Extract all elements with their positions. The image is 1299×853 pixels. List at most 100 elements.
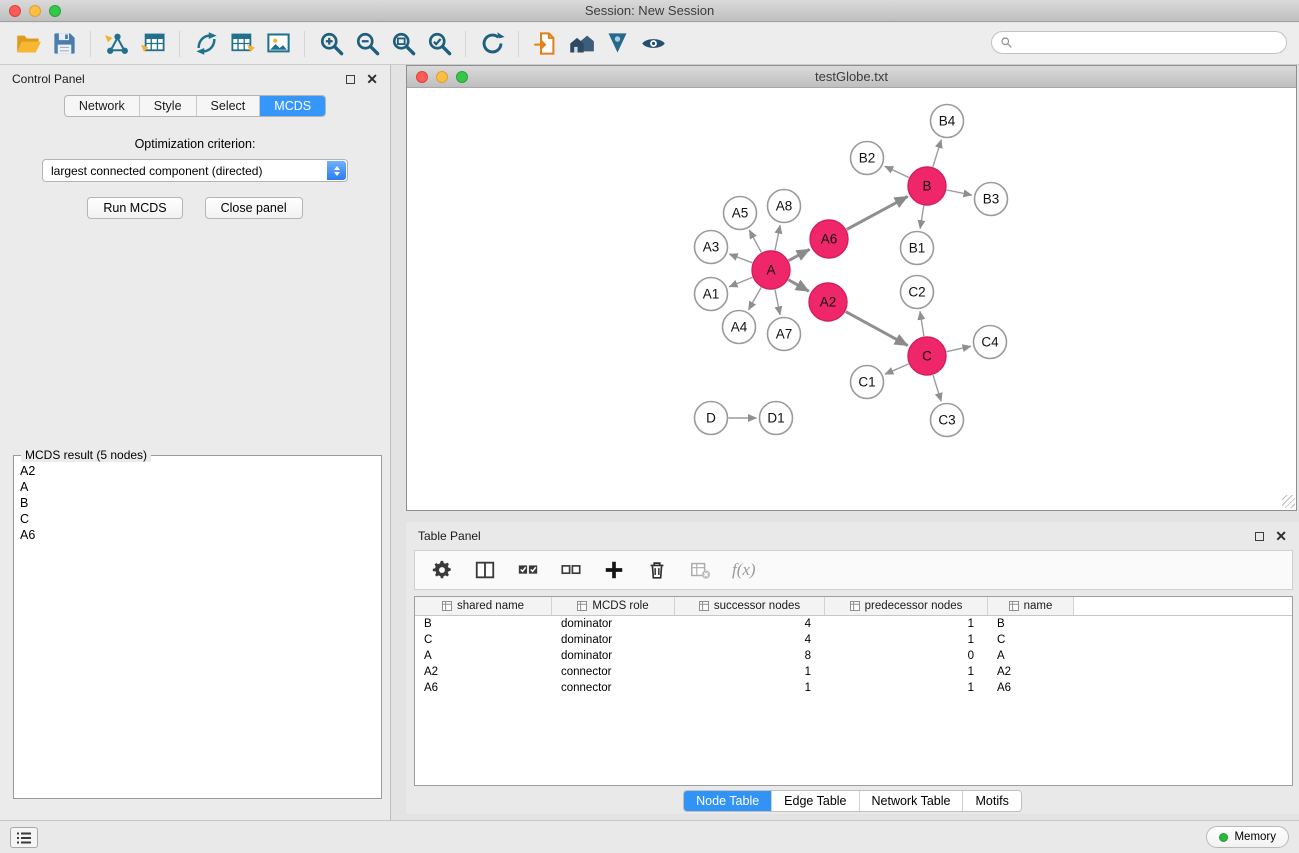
- result-item[interactable]: A: [20, 479, 375, 495]
- zoom-in-button[interactable]: [313, 26, 349, 62]
- zoom-selected-button[interactable]: [421, 26, 457, 62]
- resize-grip[interactable]: [1282, 495, 1295, 508]
- graph-node-D[interactable]: D: [695, 402, 728, 435]
- save-session-button[interactable]: [46, 26, 82, 62]
- tab-network[interactable]: Network: [65, 96, 139, 116]
- minimize-window-button[interactable]: [29, 5, 41, 17]
- zoom-window-button[interactable]: [49, 5, 61, 17]
- annotations-button[interactable]: [599, 26, 635, 62]
- graph-node-A4[interactable]: A4: [723, 311, 756, 344]
- graph-node-B3[interactable]: B3: [975, 183, 1008, 216]
- float-panel-icon[interactable]: [1255, 532, 1264, 541]
- graph-edge-C-C1[interactable]: [885, 364, 909, 374]
- graph-node-A7[interactable]: A7: [768, 318, 801, 351]
- zoom-network-window-button[interactable]: [456, 71, 468, 83]
- memory-button[interactable]: Memory: [1206, 826, 1289, 848]
- graph-edge-A-A5[interactable]: [749, 230, 761, 252]
- tab-style[interactable]: Style: [139, 96, 196, 116]
- table-row[interactable]: Bdominator41B: [415, 616, 1292, 632]
- graph-node-A8[interactable]: A8: [768, 190, 801, 223]
- tab-node-table[interactable]: Node Table: [684, 791, 771, 811]
- table-row[interactable]: A6connector11A6: [415, 680, 1292, 696]
- graph-node-C4[interactable]: C4: [974, 326, 1007, 359]
- close-window-button[interactable]: [9, 5, 21, 17]
- column-header-successor-nodes[interactable]: successor nodes: [675, 597, 825, 615]
- graph-node-A1[interactable]: A1: [695, 278, 728, 311]
- refresh-network-view-button[interactable]: [474, 26, 510, 62]
- graph-node-C2[interactable]: C2: [901, 276, 934, 309]
- graph-edge-A-A1[interactable]: [729, 277, 752, 286]
- network-graph-svg[interactable]: AA1A2A3A4A5A6A7A8BB1B2B3B4CC1C2C3C4DD1: [407, 88, 1296, 509]
- graph-edge-B-B2[interactable]: [885, 166, 909, 177]
- graph-edge-A2-C[interactable]: [846, 312, 908, 346]
- delete-selected-rows-button[interactable]: [646, 559, 668, 581]
- result-item[interactable]: A6: [20, 527, 375, 543]
- graph-edge-A-A4[interactable]: [749, 287, 762, 310]
- zoom-fit-content-button[interactable]: [385, 26, 421, 62]
- graph-node-B[interactable]: B: [908, 167, 946, 205]
- graph-edge-B-B1[interactable]: [920, 206, 924, 229]
- graph-node-A[interactable]: A: [752, 251, 790, 289]
- search-input[interactable]: [1018, 36, 1278, 50]
- graph-edge-A-A7[interactable]: [775, 290, 780, 315]
- close-panel-icon[interactable]: ✕: [1275, 529, 1287, 543]
- table-settings-button[interactable]: [431, 559, 453, 581]
- column-header-name[interactable]: name: [988, 597, 1074, 615]
- run-mcds-button[interactable]: Run MCDS: [87, 197, 182, 219]
- graph-edge-C-C2[interactable]: [920, 311, 924, 336]
- zoom-out-button[interactable]: [349, 26, 385, 62]
- home-button[interactable]: [563, 26, 599, 62]
- function-builder-button[interactable]: f(x): [732, 560, 756, 580]
- graph-node-A6[interactable]: A6: [810, 220, 848, 258]
- duplicate-network-button[interactable]: [188, 26, 224, 62]
- export-table-button[interactable]: [224, 26, 260, 62]
- show-hide-graphics-details-button[interactable]: [635, 26, 671, 62]
- network-canvas[interactable]: AA1A2A3A4A5A6A7A8BB1B2B3B4CC1C2C3C4DD1: [407, 88, 1296, 509]
- delete-table-button[interactable]: [689, 559, 711, 581]
- result-item[interactable]: A2: [20, 463, 375, 479]
- table-row[interactable]: Cdominator41C: [415, 632, 1292, 648]
- graph-node-D1[interactable]: D1: [760, 402, 793, 435]
- table-row[interactable]: A2connector11A2: [415, 664, 1292, 680]
- float-panel-icon[interactable]: [346, 75, 355, 84]
- close-panel-button[interactable]: Close panel: [205, 197, 303, 219]
- open-session-button[interactable]: [10, 26, 46, 62]
- graph-edge-A-A8[interactable]: [775, 225, 780, 250]
- graph-node-A5[interactable]: A5: [724, 197, 757, 230]
- import-table-from-file-button[interactable]: [135, 26, 171, 62]
- export-image-button[interactable]: [260, 26, 296, 62]
- tab-network-table[interactable]: Network Table: [859, 791, 963, 811]
- tab-mcds[interactable]: MCDS: [259, 96, 325, 116]
- export-document-button[interactable]: [527, 26, 563, 62]
- add-row-button[interactable]: [603, 559, 625, 581]
- minimize-network-window-button[interactable]: [436, 71, 448, 83]
- panel-menu-button[interactable]: [10, 827, 38, 848]
- optimization-criterion-select[interactable]: largest connected component (directed): [42, 159, 348, 182]
- show-columns-button[interactable]: [474, 559, 496, 581]
- graph-node-C[interactable]: C: [908, 337, 946, 375]
- tab-select[interactable]: Select: [196, 96, 260, 116]
- table-row[interactable]: Adominator80A: [415, 648, 1292, 664]
- graph-edge-A-A6[interactable]: [789, 249, 810, 260]
- deselect-all-rows-button[interactable]: [560, 559, 582, 581]
- graph-node-B1[interactable]: B1: [901, 232, 934, 265]
- result-item[interactable]: C: [20, 511, 375, 527]
- column-header-MCDS-role[interactable]: MCDS role: [552, 597, 675, 615]
- import-network-from-file-button[interactable]: [99, 26, 135, 62]
- column-header-shared-name[interactable]: shared name: [415, 597, 552, 615]
- graph-edge-C-C4[interactable]: [947, 346, 972, 352]
- graph-edge-B-B4[interactable]: [933, 140, 941, 167]
- graph-node-A2[interactable]: A2: [809, 283, 847, 321]
- graph-node-B2[interactable]: B2: [851, 142, 884, 175]
- tab-motifs[interactable]: Motifs: [962, 791, 1020, 811]
- close-network-window-button[interactable]: [416, 71, 428, 83]
- result-item[interactable]: B: [20, 495, 375, 511]
- graph-node-C1[interactable]: C1: [851, 366, 884, 399]
- graph-edge-A-A3[interactable]: [729, 254, 752, 263]
- graph-edge-A6-B[interactable]: [847, 197, 908, 230]
- graph-node-B4[interactable]: B4: [931, 105, 964, 138]
- close-panel-icon[interactable]: ✕: [366, 72, 378, 86]
- column-header-predecessor-nodes[interactable]: predecessor nodes: [825, 597, 988, 615]
- graph-edge-A-A2[interactable]: [788, 280, 808, 291]
- graph-node-C3[interactable]: C3: [931, 404, 964, 437]
